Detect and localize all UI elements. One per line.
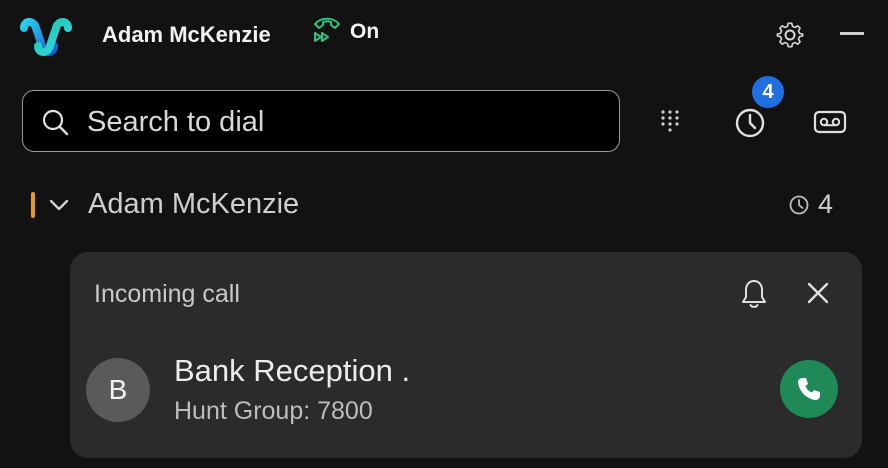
voicemail-icon[interactable]	[813, 108, 847, 136]
webex-logo	[20, 18, 72, 56]
user-name: Adam McKenzie	[102, 22, 271, 47]
group-count: 4	[818, 189, 834, 219]
group-name[interactable]: Adam McKenzie	[88, 188, 299, 221]
calling-app-window: Adam McKenzie On 4	[0, 0, 888, 468]
caller-name: Bank Reception .	[174, 353, 411, 388]
search-icon	[42, 109, 69, 136]
chevron-down-icon[interactable]	[48, 194, 70, 216]
clock-icon[interactable]	[733, 106, 767, 140]
call-forward-icon	[314, 17, 340, 42]
incoming-call-card: Incoming call B Bank Reception . Hunt Gr…	[70, 252, 862, 458]
status-text[interactable]: On	[350, 20, 379, 44]
phone-icon	[798, 378, 820, 400]
avatar: B	[86, 358, 150, 422]
title-bar: Adam McKenzie On	[0, 0, 888, 70]
search-box[interactable]	[22, 90, 620, 152]
minimize-icon[interactable]	[840, 32, 864, 35]
group-accent-bar	[31, 192, 35, 218]
dialpad-icon[interactable]	[654, 106, 686, 138]
clock-icon	[789, 195, 809, 215]
gear-icon[interactable]	[775, 20, 805, 50]
answer-call-button[interactable]	[780, 360, 838, 418]
close-icon[interactable]	[805, 280, 831, 306]
incoming-call-title: Incoming call	[94, 280, 240, 308]
history-badge: 4	[750, 74, 786, 110]
bell-icon[interactable]	[740, 278, 768, 310]
caller-subtitle: Hunt Group: 7800	[174, 397, 373, 425]
search-input[interactable]	[85, 99, 609, 145]
